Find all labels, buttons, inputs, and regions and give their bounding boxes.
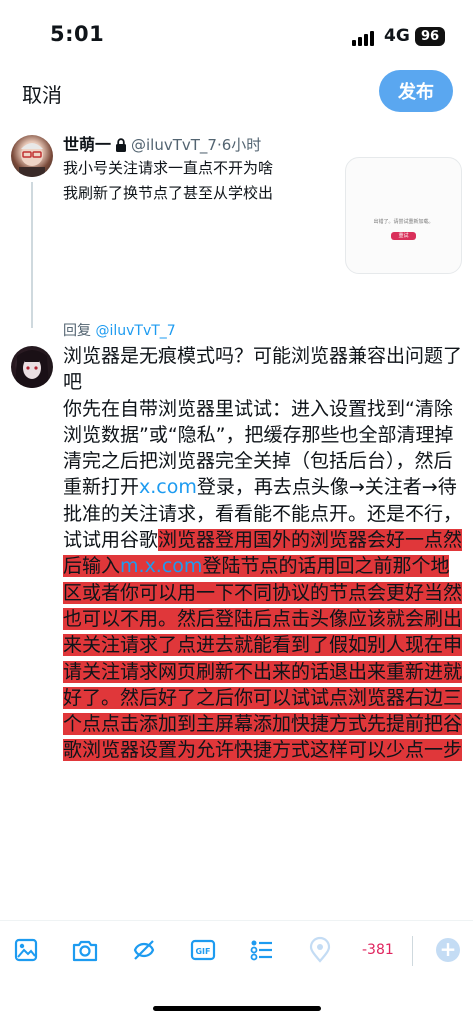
avatar[interactable] (11, 135, 53, 177)
thread-line (31, 182, 33, 328)
image-icon[interactable] (12, 936, 40, 964)
lock-icon (115, 137, 127, 156)
status-time: 5:01 (50, 22, 105, 46)
author-name[interactable]: 世萌一 (63, 135, 111, 154)
compose-textarea[interactable]: 浏览器是无痕模式吗？可能浏览器兼容出问题了吧 你先在自带浏览器里试试：进入设置找… (63, 343, 463, 764)
camera-icon[interactable] (71, 936, 99, 964)
reply-to: 回复 @iluvTvT_7 (63, 320, 176, 340)
my-avatar[interactable] (11, 346, 53, 388)
gif-icon[interactable]: GIF (189, 936, 217, 964)
tweet-text: 我小号关注请求一直点不开为啥 我刷新了换节点了甚至从学校出 (63, 156, 333, 206)
svg-text:GIF: GIF (195, 947, 210, 956)
media-thumbnail[interactable]: 出错了。请尝试重新加载。 重试 (345, 157, 462, 274)
no-ai-icon[interactable] (130, 936, 158, 964)
publish-button[interactable]: 发布 (379, 70, 453, 112)
cancel-button[interactable]: 取消 (22, 79, 62, 108)
compose-paragraph: 浏览器是无痕模式吗？可能浏览器兼容出问题了吧 (63, 345, 463, 394)
toolbar-divider (0, 920, 473, 921)
network-type: 4G (384, 26, 410, 46)
tweet-header: 世萌一 @iluvTvT_7·6小时 (63, 131, 261, 156)
home-indicator (153, 1006, 321, 1011)
author-handle: @iluvTvT_7 (131, 136, 217, 154)
signal-icon (352, 30, 378, 46)
link-m-x-com[interactable]: m.x.com (120, 555, 203, 578)
character-count: -381 (362, 942, 394, 958)
link-x-com[interactable]: x.com (139, 476, 197, 498)
thumbnail-error-text: 出错了。请尝试重新加载。 (373, 219, 434, 225)
reply-to-prefix: 回复 (63, 323, 96, 339)
battery-icon: 96 (415, 27, 445, 46)
poll-icon[interactable] (248, 936, 276, 964)
tweet-line: 我刷新了换节点了甚至从学校出 (63, 184, 274, 202)
selected-text: 登陆节点的话用回之前那个地区或者你可以用一下不同协议的节点会更好当然也可以不用。… (63, 555, 463, 762)
tweet-line: 我小号关注请求一直点不开为啥 (63, 159, 274, 177)
reply-to-handle[interactable]: @iluvTvT_7 (95, 323, 175, 339)
compose-paragraph: 你先在自带浏览器里试试：进入设置找到“清除浏览数据”或“隐私”，把缓存那些也全部… (63, 396, 463, 764)
toolbar-separator (412, 936, 413, 966)
tweet-time: ·6小时 (216, 136, 262, 154)
add-tweet-button: + (436, 938, 460, 962)
thumbnail-retry-button: 重试 (391, 232, 416, 240)
location-icon (306, 936, 334, 964)
